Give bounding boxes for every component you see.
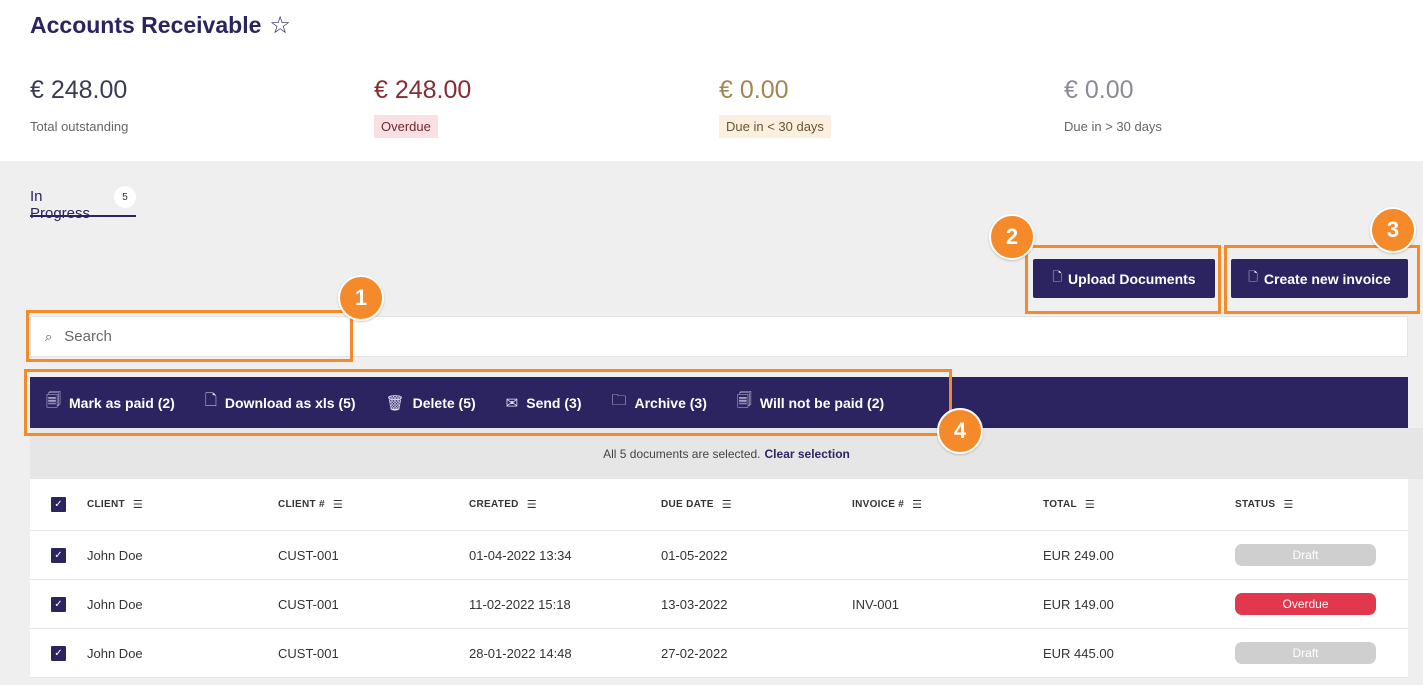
stat-due-over-30: € 0.00 Due in > 30 days: [1064, 76, 1169, 138]
annotation-marker-4: 4: [937, 408, 983, 454]
stat-label: Due in > 30 days: [1064, 119, 1162, 134]
row-checkbox[interactable]: ✓: [51, 596, 66, 612]
cell-created: 28-01-2022 14:48: [469, 645, 572, 661]
filter-icon[interactable]: ☰: [1283, 498, 1293, 511]
stat-amount: € 0.00: [1064, 76, 1134, 104]
status-badge: Draft: [1235, 544, 1376, 566]
filter-icon[interactable]: ☰: [722, 498, 732, 511]
stat-amount: € 248.00: [374, 76, 472, 104]
cell-created: 01-04-2022 13:34: [469, 547, 572, 563]
star-icon[interactable]: ☆: [269, 13, 291, 38]
cell-client: John Doe: [87, 645, 143, 661]
annotation-marker-3: 3: [1370, 207, 1416, 253]
table-header-row: ✓ CLIENT ☰ CLIENT # ☰ CREATED ☰ DUE DATE ☰ I…: [30, 479, 1408, 531]
cell-client: John Doe: [87, 596, 143, 612]
page-title-text: Accounts Receivable: [30, 12, 262, 38]
invoice-table: ✓ CLIENT ☰ CLIENT # ☰ CREATED ☰ DUE DATE ☰ I…: [30, 479, 1408, 678]
tab-label: In Progress: [30, 188, 91, 222]
stat-overdue: € 248.00 Overdue: [374, 76, 471, 138]
column-header-status[interactable]: STATUS ☰: [1235, 498, 1379, 511]
summary-panel: Accounts Receivable ☆ € 248.00 Total out…: [0, 0, 1423, 161]
column-header-due-date[interactable]: DUE DATE ☰: [661, 498, 852, 511]
stat-total-outstanding: € 248.00 Total outstanding: [30, 76, 135, 138]
table-row[interactable]: ✓ John Doe CUST-001 01-04-2022 13:34 01-…: [30, 531, 1408, 580]
cell-invoice-no: INV-001: [852, 596, 899, 612]
column-header-label: CREATED: [469, 499, 519, 510]
column-header-created[interactable]: CREATED ☰: [469, 498, 661, 511]
tab-in-progress[interactable]: In Progress 5: [30, 184, 136, 222]
column-header-client[interactable]: CLIENT ☰: [87, 498, 278, 511]
stat-due-under-30: € 0.00 Due in < 30 days: [719, 76, 831, 138]
select-all-checkbox[interactable]: ✓: [51, 497, 66, 512]
column-header-label: CLIENT #: [278, 499, 325, 510]
cell-client: John Doe: [87, 547, 143, 563]
annotation-marker-1: 1: [338, 275, 384, 321]
cell-client-no: CUST-001: [278, 596, 339, 612]
row-checkbox[interactable]: ✓: [51, 547, 66, 563]
stat-amount: € 248.00: [30, 76, 128, 104]
column-header-label: INVOICE #: [852, 499, 905, 510]
tab-count-badge: 5: [114, 186, 136, 208]
column-header-label: STATUS: [1235, 499, 1276, 510]
stat-amount: € 0.00: [719, 76, 789, 104]
cell-due-date: 13-03-2022: [661, 596, 728, 612]
filter-icon[interactable]: ☰: [1085, 498, 1095, 511]
annotation-box-upload: [1025, 245, 1221, 314]
selection-text: All 5 documents are selected.: [603, 446, 761, 461]
table-row[interactable]: ✓ John Doe CUST-001 28-01-2022 14:48 27-…: [30, 629, 1408, 678]
annotation-box-search: [26, 310, 353, 362]
annotation-box-actions: [24, 369, 952, 436]
column-header-label: DUE DATE: [661, 499, 714, 510]
cell-client-no: CUST-001: [278, 547, 339, 563]
cell-client-no: CUST-001: [278, 645, 339, 661]
cell-due-date: 01-05-2022: [661, 547, 728, 563]
cell-total: EUR 445.00: [1043, 645, 1114, 661]
page-title: Accounts Receivable ☆: [30, 12, 291, 39]
filter-icon[interactable]: ☰: [912, 498, 922, 511]
status-badge: Draft: [1235, 642, 1376, 664]
cell-total: EUR 249.00: [1043, 547, 1114, 563]
filter-icon[interactable]: ☰: [333, 498, 343, 511]
cell-due-date: 27-02-2022: [661, 645, 728, 661]
column-header-label: CLIENT: [87, 499, 125, 510]
table-row[interactable]: ✓ John Doe CUST-001 11-02-2022 15:18 13-…: [30, 580, 1408, 629]
filter-icon[interactable]: ☰: [133, 498, 143, 511]
stat-label: Due in < 30 days: [719, 115, 831, 138]
cell-created: 11-02-2022 15:18: [469, 596, 571, 612]
filter-icon[interactable]: ☰: [527, 498, 537, 511]
column-header-client-no[interactable]: CLIENT # ☰: [278, 498, 469, 511]
annotation-box-create: [1224, 245, 1420, 314]
row-checkbox[interactable]: ✓: [51, 645, 66, 661]
column-header-invoice-no[interactable]: INVOICE # ☰: [852, 498, 1043, 511]
stat-label: Overdue: [374, 115, 438, 138]
cell-total: EUR 149.00: [1043, 596, 1114, 612]
column-header-label: TOTAL: [1043, 499, 1077, 510]
column-header-total[interactable]: TOTAL ☰: [1043, 498, 1235, 511]
stat-label: Total outstanding: [30, 119, 129, 134]
clear-selection-link[interactable]: Clear selection: [765, 447, 850, 461]
status-badge: Overdue: [1235, 593, 1376, 615]
annotation-marker-2: 2: [989, 214, 1035, 260]
